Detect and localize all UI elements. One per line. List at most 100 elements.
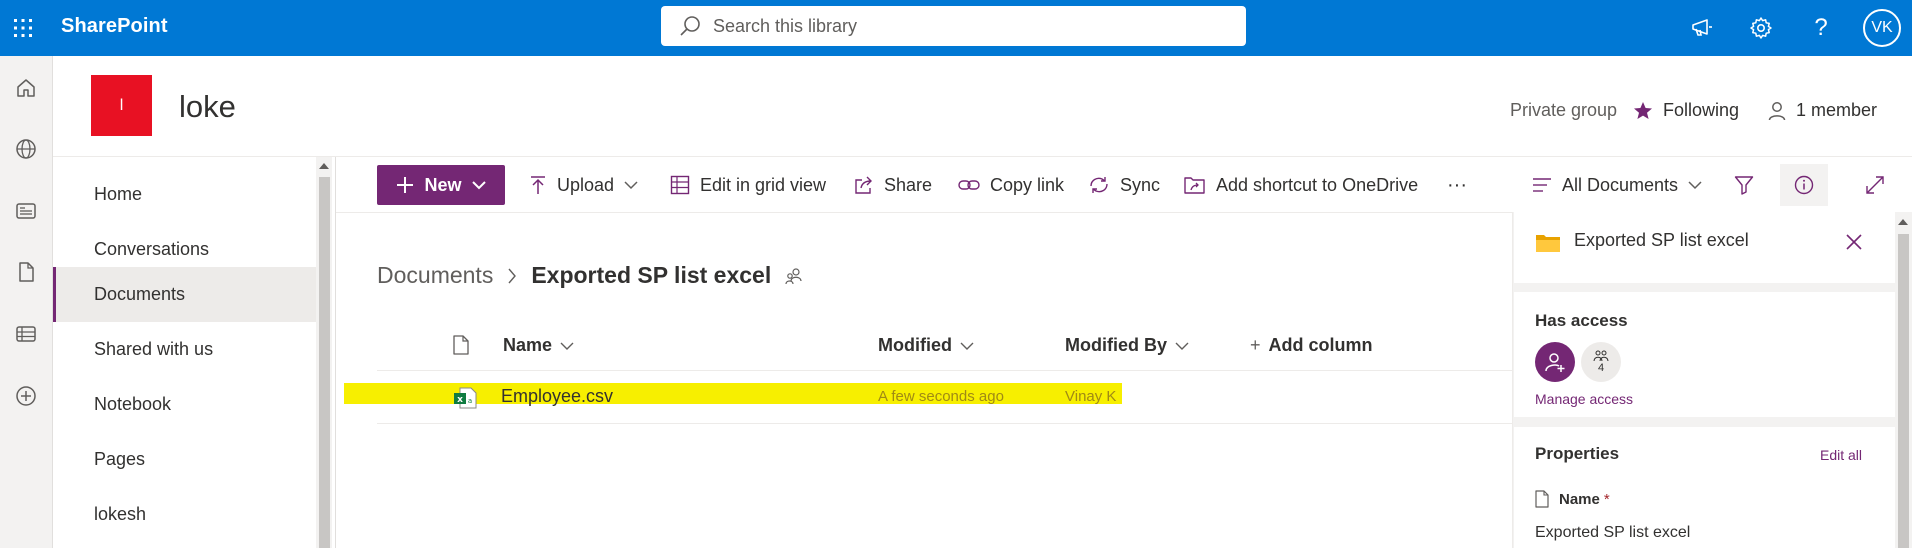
megaphone-icon <box>1692 19 1712 36</box>
list-header: Name Modified Modified By + Add column <box>377 326 1512 371</box>
properties-section: Properties Edit all Name * Exported SP l… <box>1514 427 1896 548</box>
breadcrumb-root[interactable]: Documents <box>377 262 493 289</box>
details-scroll-thumb[interactable] <box>1898 234 1909 548</box>
edit-grid-view-button[interactable]: Edit in grid view <box>670 165 826 205</box>
name-column-label: Name <box>503 335 553 355</box>
file-type-column-header[interactable] <box>453 335 469 355</box>
nav-scrollbar[interactable] <box>316 157 332 548</box>
sync-icon <box>1090 177 1108 193</box>
chevron-down-icon <box>1175 342 1189 350</box>
app-bar-sites[interactable] <box>8 131 44 167</box>
chevron-right-icon <box>508 268 517 283</box>
help-button[interactable]: ? <box>1805 12 1837 44</box>
info-icon <box>1794 175 1814 195</box>
group-count: 4 <box>1597 362 1605 374</box>
shortcut-icon <box>1184 177 1205 194</box>
file-name-link[interactable]: Employee.csv <box>501 386 613 407</box>
left-navigation: Home Conversations Documents Shared with… <box>53 157 332 548</box>
info-pane-button[interactable] <box>1780 164 1828 206</box>
add-circle-icon <box>16 386 36 406</box>
modified-by-column-header[interactable]: Modified By <box>1065 335 1189 356</box>
name-column-header[interactable]: Name <box>503 335 574 356</box>
nav-item-lokesh[interactable]: lokesh <box>53 487 316 542</box>
search-input[interactable] <box>713 15 1193 37</box>
nav-item-shared-with-us[interactable]: Shared with us <box>53 322 316 377</box>
sync-button[interactable]: Sync <box>1088 165 1160 205</box>
members-label: 1 member <box>1796 100 1878 120</box>
upload-button[interactable]: Upload <box>529 165 638 205</box>
nav-item-notebook[interactable]: Notebook <box>53 377 316 432</box>
app-bar-news[interactable] <box>8 193 44 229</box>
view-lines-icon <box>1533 178 1551 192</box>
owner-avatar[interactable] <box>1535 342 1575 382</box>
breadcrumb: Documents Exported SP list excel <box>377 262 803 289</box>
has-access-heading: Has access <box>1535 311 1628 330</box>
app-name[interactable]: SharePoint <box>61 15 168 38</box>
nav-item-pages[interactable]: Pages <box>53 432 316 487</box>
modified-cell: A few seconds ago <box>878 388 1004 405</box>
site-logo[interactable]: l <box>91 75 152 136</box>
following-button[interactable]: Following <box>1633 100 1739 121</box>
app-bar-home[interactable] <box>8 70 44 106</box>
name-field-value[interactable]: Exported SP list excel <box>1535 524 1690 542</box>
view-label: All Documents <box>1562 174 1679 195</box>
waffle-icon <box>14 19 32 37</box>
breadcrumb-current: Exported SP list excel <box>531 262 772 288</box>
share-label: Share <box>884 174 933 195</box>
upload-arrow-icon <box>531 176 545 194</box>
manage-access-link[interactable]: Manage access <box>1535 391 1633 407</box>
nav-scroll-thumb[interactable] <box>319 177 330 548</box>
share-button[interactable]: Share <box>854 165 932 205</box>
shared-people-icon[interactable] <box>785 267 803 285</box>
person-icon <box>1768 101 1786 120</box>
star-filled-icon <box>1634 101 1652 119</box>
new-button-label: New <box>424 174 462 195</box>
list-icon <box>16 326 36 342</box>
site-title[interactable]: loke <box>179 89 236 125</box>
more-commands-button[interactable]: ··· <box>1447 165 1467 205</box>
question-icon: ? <box>1814 14 1828 41</box>
name-field-label: Name <box>1559 490 1600 508</box>
details-pane: Exported SP list excel Has access 4 Mana… <box>1512 212 1896 548</box>
expand-icon <box>1866 176 1884 194</box>
new-button[interactable]: New <box>377 165 505 205</box>
edit-grid-view-label: Edit in grid view <box>700 174 827 195</box>
app-bar-create[interactable] <box>8 378 44 414</box>
scroll-up-arrow-icon[interactable] <box>319 162 329 170</box>
app-launcher-button[interactable] <box>0 0 46 56</box>
view-switcher[interactable]: All Documents <box>1532 165 1702 205</box>
upload-label: Upload <box>557 174 615 195</box>
close-icon[interactable] <box>1846 234 1862 250</box>
suite-bar: SharePoint ? VK <box>0 0 1912 56</box>
scroll-up-arrow-icon[interactable] <box>1898 218 1908 226</box>
add-shortcut-label: Add shortcut to OneDrive <box>1216 174 1419 195</box>
search-box[interactable] <box>661 6 1246 46</box>
gear-icon <box>1750 17 1772 39</box>
search-icon <box>679 15 701 37</box>
add-column-button[interactable]: + Add column <box>1250 335 1373 356</box>
add-shortcut-button[interactable]: Add shortcut to OneDrive <box>1184 165 1418 205</box>
details-scrollbar[interactable] <box>1895 212 1912 548</box>
expand-button[interactable] <box>1865 165 1885 205</box>
following-label: Following <box>1663 100 1740 120</box>
app-bar-lists[interactable] <box>8 316 44 352</box>
copy-link-button[interactable]: Copy link <box>958 165 1064 205</box>
edit-all-link[interactable]: Edit all <box>1820 447 1862 463</box>
settings-button[interactable] <box>1745 12 1777 44</box>
modified-column-label: Modified <box>878 335 952 355</box>
nav-item-documents[interactable]: Documents <box>53 267 316 322</box>
filter-button[interactable] <box>1734 165 1754 205</box>
csv-file-icon: xa <box>453 386 477 410</box>
plus-icon <box>397 177 414 193</box>
modified-column-header[interactable]: Modified <box>878 335 974 356</box>
modified-by-column-label: Modified By <box>1065 335 1167 355</box>
modified-by-cell[interactable]: Vinay K <box>1065 388 1116 405</box>
news-icon <box>16 203 36 219</box>
members-button[interactable]: 1 member <box>1768 100 1877 121</box>
nav-item-home[interactable]: Home <box>53 167 316 222</box>
group-avatar[interactable]: 4 <box>1581 342 1621 382</box>
app-bar-files[interactable] <box>8 254 44 290</box>
chevron-down-icon <box>1688 181 1702 190</box>
feedback-button[interactable] <box>1686 12 1718 44</box>
account-avatar[interactable]: VK <box>1863 9 1901 47</box>
